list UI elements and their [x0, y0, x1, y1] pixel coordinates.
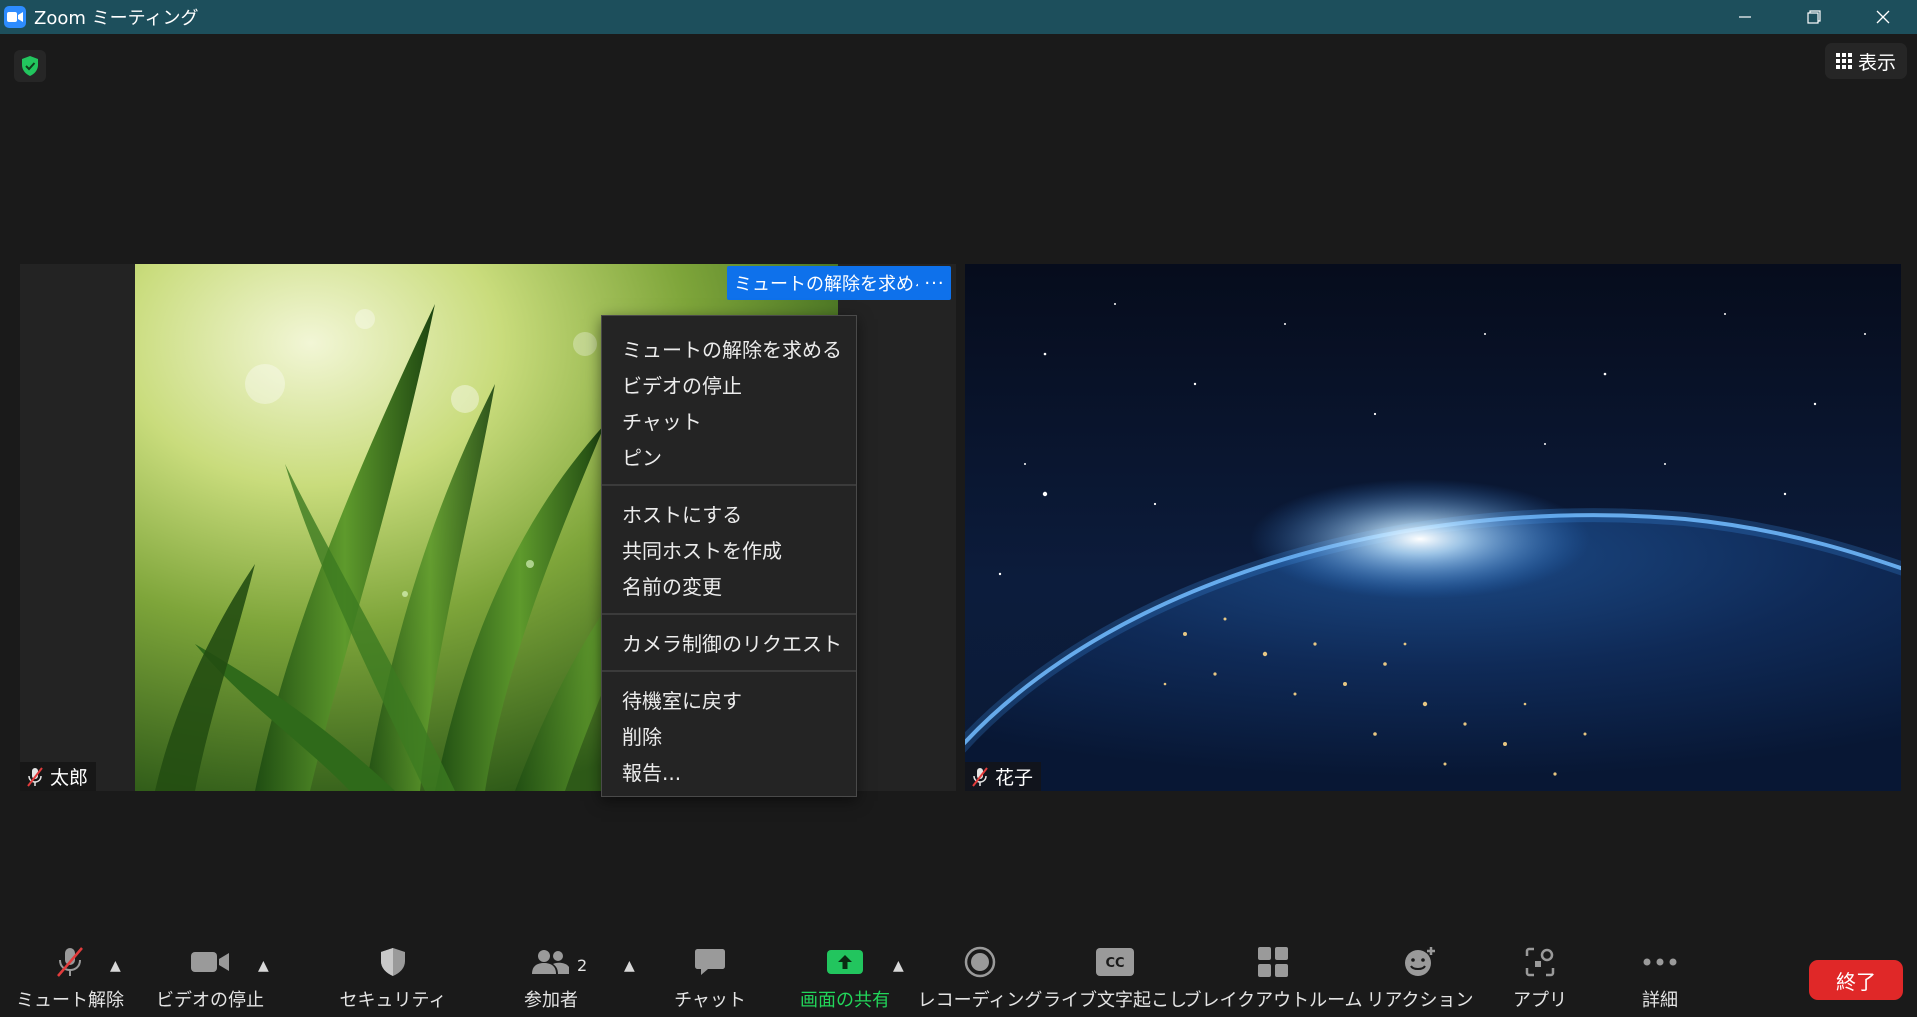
security-label: セキュリティ	[339, 990, 447, 1011]
participants-options-caret[interactable]: ▲	[624, 958, 635, 974]
share-screen-button[interactable]: 画面の共有	[790, 938, 900, 1017]
closed-caption-icon: CC	[1096, 938, 1134, 986]
menu-separator	[602, 670, 856, 672]
more-dots-icon	[1643, 938, 1677, 986]
menu-item-pin[interactable]: ピン	[602, 438, 856, 474]
restore-icon	[1806, 10, 1821, 24]
unmute-label: ミュート解除	[16, 990, 124, 1011]
muted-mic-icon	[972, 766, 988, 787]
chat-label: チャット	[674, 990, 746, 1011]
shield-icon	[379, 938, 407, 986]
cc-badge-text: CC	[1105, 956, 1124, 971]
participant-name: 花子	[995, 767, 1034, 789]
audio-options-caret[interactable]: ▲	[110, 958, 121, 974]
restore-button[interactable]	[1779, 0, 1848, 34]
view-label: 表示	[1857, 51, 1896, 74]
apps-label: アプリ	[1513, 990, 1567, 1011]
grid-icon	[1835, 53, 1852, 69]
security-button[interactable]: セキュリティ	[340, 938, 446, 1017]
close-icon	[1876, 10, 1889, 24]
muted-mic-icon	[55, 938, 85, 986]
minimize-button[interactable]	[1710, 0, 1779, 34]
unmute-button[interactable]: ミュート解除	[16, 938, 124, 1017]
recording-label: レコーディング	[917, 990, 1043, 1011]
share-screen-label: 画面の共有	[800, 990, 890, 1011]
stop-video-label: ビデオの停止	[156, 990, 264, 1011]
shield-check-icon	[22, 56, 38, 76]
close-button[interactable]	[1848, 0, 1917, 34]
participants-icon	[531, 938, 571, 986]
title-bar: Zoom ミーティング	[0, 0, 1917, 34]
muted-mic-icon	[27, 766, 43, 787]
share-options-caret[interactable]: ▲	[893, 958, 904, 974]
end-meeting-button[interactable]: 終了	[1809, 960, 1903, 1000]
menu-item-chat[interactable]: チャット	[602, 402, 856, 438]
participant-name-label: 花子	[965, 762, 1042, 791]
participants-count: 2	[577, 956, 588, 975]
menu-item-remove[interactable]: 削除	[602, 717, 856, 753]
window-controls	[1710, 0, 1917, 34]
menu-separator	[602, 613, 856, 615]
breakout-rooms-button[interactable]: ブレイクアウトルーム	[1183, 938, 1363, 1017]
live-transcript-button[interactable]: CC ライブ文字起こし	[1043, 938, 1187, 1017]
menu-item-rename[interactable]: 名前の変更	[602, 567, 856, 603]
video-tile-hanako[interactable]: 花子	[965, 264, 1901, 791]
meeting-toolbar: ミュート解除 ▲ ビデオの停止 ▲ セキュリティ 参加者 2 ▲ チャット 画面…	[0, 938, 1917, 1017]
breakout-rooms-icon	[1257, 938, 1289, 986]
window-title: Zoom ミーティング	[34, 8, 199, 29]
video-options-caret[interactable]: ▲	[258, 958, 269, 974]
smiley-add-icon	[1403, 938, 1437, 986]
menu-separator	[602, 484, 856, 486]
live-transcript-label: ライブ文字起こし	[1043, 990, 1187, 1011]
zoom-logo-icon	[4, 6, 26, 28]
menu-item-move-to-waiting-room[interactable]: 待機室に戻す	[602, 681, 856, 717]
stop-video-button[interactable]: ビデオの停止	[155, 938, 265, 1017]
reactions-label: リアクション	[1366, 990, 1474, 1011]
minimize-icon	[1738, 16, 1751, 18]
more-label: 詳細	[1642, 990, 1678, 1011]
share-screen-icon	[827, 938, 863, 986]
more-button[interactable]: 詳細	[1620, 938, 1700, 1017]
ask-to-unmute-button[interactable]: ミュートの解除を求める	[727, 266, 939, 300]
apps-button[interactable]: アプリ	[1500, 938, 1580, 1017]
participants-label: 参加者	[524, 990, 578, 1011]
view-button[interactable]: 表示	[1825, 43, 1907, 79]
participants-button[interactable]: 参加者	[506, 938, 596, 1017]
apps-icon	[1525, 938, 1555, 986]
earth-space-background-image	[965, 264, 1901, 791]
recording-button[interactable]: レコーディング	[917, 938, 1043, 1017]
breakout-rooms-label: ブレイクアウトルーム	[1183, 990, 1363, 1011]
chat-bubble-icon	[694, 938, 726, 986]
participant-name: 太郎	[50, 767, 89, 789]
record-icon	[964, 938, 996, 986]
encryption-shield[interactable]	[14, 50, 46, 82]
menu-item-ask-unmute[interactable]: ミュートの解除を求める	[602, 330, 856, 366]
menu-item-report[interactable]: 報告...	[602, 753, 856, 789]
reactions-button[interactable]: リアクション	[1366, 938, 1474, 1017]
menu-item-make-cohost[interactable]: 共同ホストを作成	[602, 531, 856, 567]
menu-item-make-host[interactable]: ホストにする	[602, 495, 856, 531]
participant-name-label: 太郎	[20, 762, 97, 791]
menu-item-request-camera-control[interactable]: カメラ制御のリクエスト	[602, 624, 856, 660]
video-camera-icon	[191, 938, 229, 986]
menu-item-stop-video[interactable]: ビデオの停止	[602, 366, 856, 402]
chat-button[interactable]: チャット	[670, 938, 750, 1017]
more-options-button[interactable]: ···	[918, 266, 951, 300]
participant-context-menu: ミュートの解除を求める ビデオの停止 チャット ピン ホストにする 共同ホストを…	[601, 315, 857, 797]
